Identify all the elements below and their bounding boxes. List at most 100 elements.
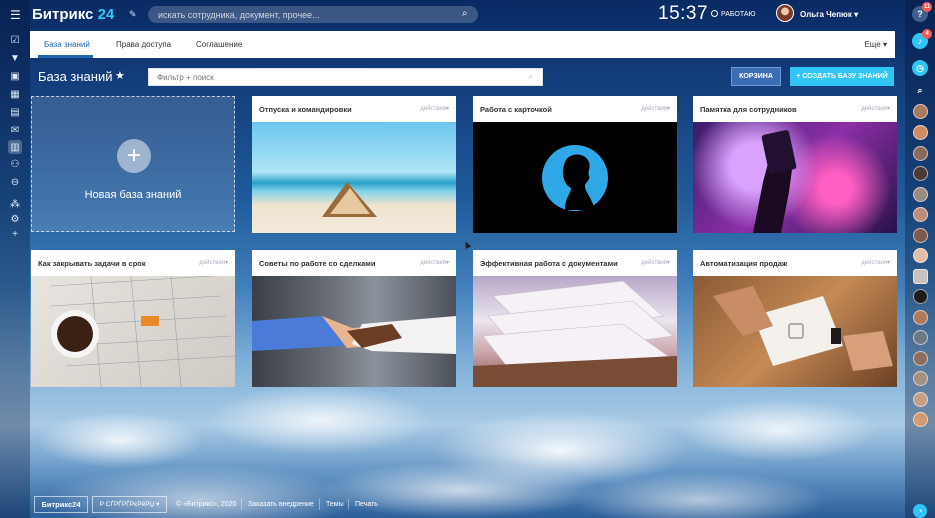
work-status-button[interactable]: РАБОТАЮ [711, 10, 756, 18]
drive-icon[interactable]: ▤ [9, 106, 21, 118]
avatar[interactable] [913, 351, 928, 366]
calendar-icon[interactable]: ▦ [9, 88, 21, 100]
document-stack-icon [473, 280, 677, 387]
card-actions-menu[interactable]: действия▾ [641, 259, 670, 266]
beach-chair-icon [322, 182, 377, 217]
themes-link[interactable]: Темы [326, 501, 344, 508]
knowledge-card[interactable]: Как закрывать задачи в срок действия▾ [31, 250, 235, 387]
card-title: Эффективная работа с документами [480, 259, 618, 268]
avatar[interactable] [913, 166, 928, 181]
top-header: Битрикс 24 ✎ ⌕ 15:37 РАБОТАЮ Ольга Чепюк… [0, 0, 935, 30]
right-panel-rail: ? 11 ♪ 4 ◷ ⌕ ◔ [905, 0, 935, 518]
trash-button[interactable]: КОРЗИНА [731, 67, 781, 86]
avatar[interactable] [913, 310, 928, 325]
card-title: Как закрывать задачи в срок [38, 259, 146, 268]
avatar[interactable] [913, 269, 928, 284]
search-icon[interactable]: ⌕ [912, 82, 928, 98]
card-actions-menu[interactable]: действия▾ [861, 259, 890, 266]
print-link[interactable]: Печать [355, 501, 378, 508]
avatar[interactable] [913, 289, 928, 304]
search-icon[interactable]: ⌕ [528, 71, 533, 82]
active-tab-indicator [38, 55, 93, 58]
add-icon[interactable]: + [9, 228, 21, 240]
left-menu-rail: ☰ ☑ ▼ ▣ ▦ ▤ ✉ ▥ ⚇ ⊖ ⁂ ⚙ + [0, 0, 30, 518]
user-profile-icon [542, 145, 608, 211]
minus-circle-icon[interactable]: ⊖ [9, 176, 21, 188]
star-icon[interactable]: ★ [115, 69, 125, 82]
more-menu[interactable]: Еще ▾ [864, 40, 887, 49]
mail-icon[interactable]: ✉ [9, 124, 21, 136]
avatar[interactable] [913, 104, 928, 119]
group-icon[interactable]: ⚇ [9, 158, 21, 170]
search-icon[interactable]: ⌕ [462, 8, 468, 19]
avatar[interactable] [913, 371, 928, 386]
card-title: Автоматизация продаж [700, 259, 788, 268]
papers-photo [473, 276, 677, 387]
bitrix-logo[interactable]: Битрикс 24 [32, 6, 114, 23]
clock-icon [711, 10, 718, 17]
help-icon[interactable]: ? 11 [912, 2, 932, 22]
filter-search-input[interactable] [148, 68, 543, 86]
knowledge-card[interactable]: Работа с карточкой действия▾ [473, 96, 677, 233]
avatar[interactable] [913, 207, 928, 222]
card-actions-menu[interactable]: действия▾ [420, 259, 449, 266]
footer-separator [241, 499, 242, 510]
handshake-photo [252, 276, 456, 387]
card-actions-menu[interactable]: действия▾ [199, 259, 228, 266]
knowledge-card[interactable]: Памятка для сотрудников действия▾ [693, 96, 897, 233]
gear-icon[interactable]: ⚙ [9, 213, 21, 225]
avatar[interactable] [913, 228, 928, 243]
knowledge-card[interactable]: Автоматизация продаж действия▾ [693, 250, 897, 387]
knowledge-card[interactable]: Эффективная работа с документами действия… [473, 250, 677, 387]
avatar[interactable] [913, 125, 928, 140]
user-menu[interactable]: Ольга Чепюк ▾ [800, 10, 858, 19]
pencil-icon[interactable]: ✎ [129, 9, 137, 20]
beach-photo [252, 122, 456, 233]
coffee-calendar-photo [31, 275, 235, 387]
mouse-cursor [462, 240, 472, 249]
copyright-text: © «Битрикс», 2020 [176, 501, 237, 508]
tab-agreement[interactable]: Соглашение [196, 40, 242, 49]
card-title: Отпуска и командировки [259, 105, 352, 114]
coffee-cup-icon [50, 275, 235, 387]
avatar[interactable] [913, 146, 928, 161]
avatar[interactable] [776, 4, 794, 22]
chat-icon[interactable]: ◔ [913, 504, 927, 518]
card-title: Памятка для сотрудников [700, 105, 797, 114]
footer-logo[interactable]: Битрикс24 [34, 496, 88, 513]
language-select[interactable]: Р СЃРЃРЃРєРёРЏ ▾ [92, 496, 167, 513]
avatar[interactable] [913, 412, 928, 427]
card-actions-menu[interactable]: действия▾ [641, 105, 670, 112]
bell-icon[interactable]: ♪ 4 [912, 29, 932, 49]
card-actions-menu[interactable]: действия▾ [420, 105, 449, 112]
avatar[interactable] [913, 330, 928, 345]
pos-terminal-photo [693, 276, 897, 387]
knowledge-card[interactable]: Советы по работе со сделками действия▾ [252, 250, 456, 387]
order-implementation-link[interactable]: Заказать внедрение [248, 501, 314, 508]
filter-icon[interactable]: ▼ [9, 52, 21, 64]
concert-photo [693, 122, 897, 233]
new-knowledge-base-card[interactable]: + Новая база знаний [31, 96, 235, 232]
global-search-input[interactable] [148, 6, 478, 23]
phone-hand-icon [753, 130, 797, 233]
page-title: База знаний [38, 69, 113, 84]
avatar[interactable] [913, 248, 928, 263]
avatar[interactable] [913, 187, 928, 202]
chat-icon[interactable]: ▣ [9, 70, 21, 82]
handshake-icon [252, 316, 456, 354]
avatar[interactable] [913, 392, 928, 407]
knowledge-card[interactable]: Отпуска и командировки действия▾ [252, 96, 456, 233]
tab-access-rights[interactable]: Права доступа [116, 40, 171, 49]
sitemap-icon[interactable]: ⁂ [9, 198, 21, 210]
knowledge-base-icon[interactable]: ▥ [8, 140, 22, 154]
footer-separator [348, 499, 349, 510]
create-knowledge-base-button[interactable]: + СОЗДАТЬ БАЗУ ЗНАНИЙ [790, 67, 894, 86]
card-actions-menu[interactable]: действия▾ [861, 105, 890, 112]
tab-knowledge-base[interactable]: База знаний [44, 40, 90, 49]
chevron-down-icon: ▾ [882, 40, 887, 49]
tabs-bar: База знаний Права доступа Соглашение Еще… [30, 31, 895, 58]
timer-icon[interactable]: ◷ [912, 60, 928, 76]
footer-separator [319, 499, 320, 510]
chevron-down-icon: ▾ [854, 10, 859, 19]
tasks-icon[interactable]: ☑ [9, 34, 21, 46]
